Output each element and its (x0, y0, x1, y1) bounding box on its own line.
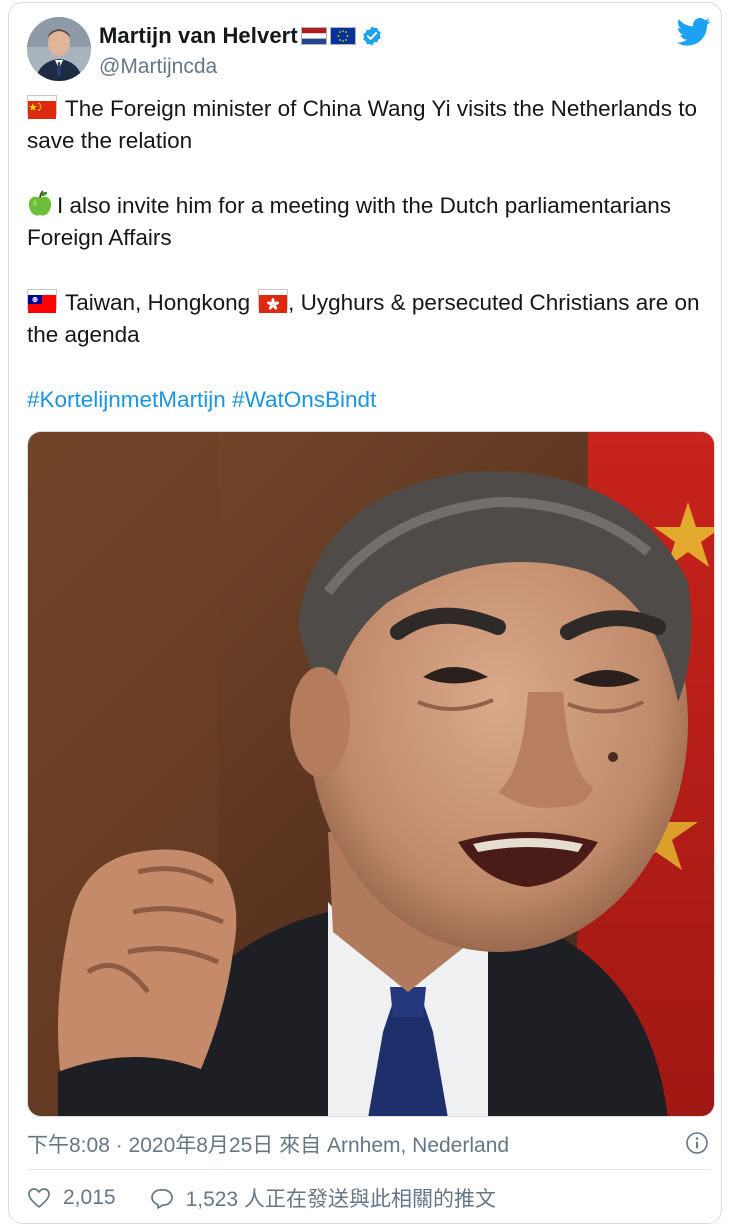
eu-flag-icon (329, 27, 356, 45)
tweet-paragraph-3: Taiwan, Hongkong , Uyghurs & persecuted … (27, 287, 707, 351)
divider (27, 1169, 711, 1170)
tweet-paragraph-1: The Foreign minister of China Wang Yi vi… (27, 93, 707, 157)
tweet-actions: 2,015 1,523 人正在發送與此相關的推文 (27, 1183, 496, 1213)
reply-button[interactable]: 1,523 人正在發送與此相關的推文 (150, 1183, 496, 1213)
hongkong-flag-icon (258, 289, 289, 313)
avatar[interactable] (27, 17, 91, 81)
hashtag-link[interactable]: #WatOnsBindt (232, 387, 376, 412)
author-name-row: Martijn van Helvert (99, 23, 383, 49)
author-handle[interactable]: @Martijncda (99, 55, 217, 79)
tweet-card: Martijn van Helvert @Martijncda The Fore… (8, 2, 722, 1224)
like-button[interactable]: 2,015 (27, 1186, 116, 1210)
tweet-photo[interactable] (27, 431, 715, 1117)
green-apple-icon (27, 190, 53, 218)
tweet-header: Martijn van Helvert @Martijncda (25, 15, 711, 85)
tweet-paragraph-2: I also invite him for a meeting with the… (27, 190, 707, 254)
reply-icon (150, 1189, 173, 1209)
hashtag-link[interactable]: #KortelijnmetMartijn (27, 387, 226, 412)
netherlands-flag-icon (300, 27, 327, 45)
china-flag-icon (27, 95, 57, 119)
tweet-text: The Foreign minister of China Wang Yi vi… (27, 93, 707, 416)
tweet-hashtags: #KortelijnmetMartijn #WatOnsBindt (27, 384, 707, 416)
info-icon[interactable] (685, 1131, 709, 1155)
reply-count: 1,523 人正在發送與此相關的推文 (185, 1188, 496, 1211)
tweet-line-2: I also invite him for a meeting with the… (27, 193, 672, 250)
tweet-line-1: The Foreign minister of China Wang Yi vi… (27, 96, 697, 153)
author-name[interactable]: Martijn van Helvert (99, 23, 298, 49)
heart-icon (28, 1188, 50, 1208)
twitter-bird-icon[interactable] (676, 17, 711, 47)
tweet-line-3a: Taiwan, Hongkong (65, 290, 251, 315)
like-count: 2,015 (63, 1186, 116, 1209)
verified-badge-icon (361, 25, 383, 47)
tweet-timestamp[interactable]: 下午8:08 · 2020年8月25日 來自 Arnhem, Nederland (27, 1129, 509, 1159)
taiwan-flag-icon (27, 289, 57, 313)
